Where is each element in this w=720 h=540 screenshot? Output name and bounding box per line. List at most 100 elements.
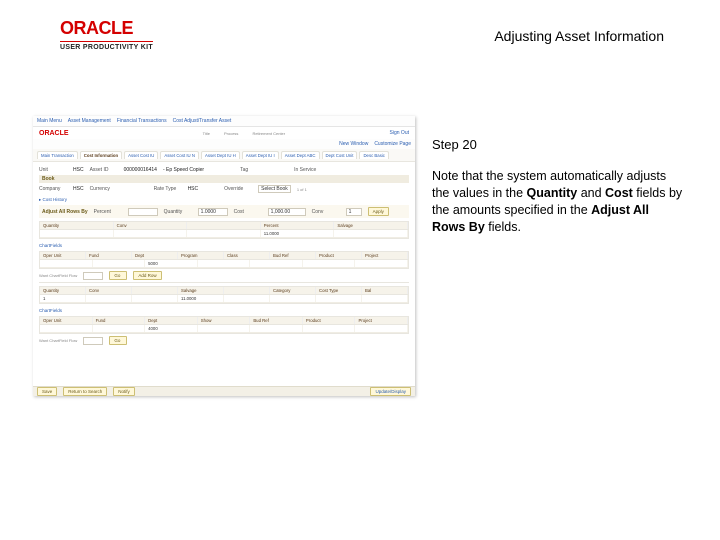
chartfield-flow-row: Want ChartField Flow Go Add Row	[39, 271, 409, 280]
col-header: Cost Type	[316, 287, 362, 294]
chartfields-label: ChartFields	[39, 243, 409, 248]
cell	[40, 325, 93, 332]
menu-item: Retirement Center	[252, 131, 285, 136]
col-header: Project	[355, 317, 408, 324]
app-header: ORACLE Title Process Retirement Center S…	[33, 127, 415, 139]
cell	[334, 230, 408, 237]
notify-button: Notify	[113, 387, 135, 396]
select-book-input: Select Book	[258, 185, 291, 193]
cell	[355, 325, 408, 332]
col-header: Product	[303, 317, 356, 324]
cell	[303, 260, 356, 267]
tab: Desc Basic	[359, 151, 389, 159]
app-brand: ORACLE	[39, 130, 69, 137]
unit-label: Unit	[39, 167, 67, 173]
tab: Asset Dept IU I	[242, 151, 279, 159]
cell	[355, 260, 408, 267]
cost-grid: Quantity Conv Percent Salvage 11.0000	[39, 221, 409, 239]
step-note: Note that the system automatically adjus…	[432, 168, 684, 236]
col-header: Bud Ref	[270, 252, 316, 259]
col-header: Oper Unit	[40, 252, 86, 259]
tab-strip: Main Transaction Cost Information Asset …	[33, 149, 415, 162]
quantity-label: Quantity	[164, 209, 192, 215]
inservice-label: In Service	[294, 167, 322, 173]
update-display-button: Update/Display	[370, 387, 411, 396]
cost-history-link: ▸ Cost History	[39, 197, 409, 203]
ratetype-value: HSC	[188, 186, 199, 192]
conv-input: 1	[346, 208, 362, 216]
action-footer: Save Return to Search Notify Update/Disp…	[33, 386, 415, 396]
signout-link: Sign Out	[390, 130, 409, 136]
want-chartfield-flow: Want ChartField Flow	[39, 273, 77, 278]
chartfields-grid: Oper Unit Fund Dept Program Class Bud Re…	[39, 251, 409, 269]
book-header: Book	[39, 175, 409, 183]
adjust-all-rows-row: Adjust All Rows By Percent Quantity1.000…	[39, 205, 409, 218]
note-bold-quantity: Quantity	[527, 186, 578, 200]
tab: Asset Dept ABC	[281, 151, 320, 159]
pager: 1 of 1	[297, 187, 307, 192]
apply-button: Apply	[368, 207, 389, 216]
col-header: Bal	[362, 287, 408, 294]
form-body: Unit HSC Asset ID 000000016414 - Ep Spee…	[33, 162, 415, 350]
crumb: Financial Transactions	[117, 118, 167, 124]
cell	[250, 325, 303, 332]
currency-label: Currency	[90, 186, 118, 192]
chartfields-grid-2: Oper Unit Fund Dept Show Bud Ref Product…	[39, 316, 409, 334]
cell	[86, 295, 132, 302]
cell	[303, 325, 356, 332]
ratetype-label: Rate Type	[154, 186, 182, 192]
percent-input	[128, 208, 158, 216]
col-header: Salvage	[178, 287, 224, 294]
col-header: Salvage	[334, 222, 408, 229]
brand-subtitle: USER PRODUCTIVITY KIT	[60, 41, 153, 51]
page-title: Adjusting Asset Information	[494, 28, 664, 44]
save-button: Save	[37, 387, 57, 396]
col-header: Dept	[132, 252, 178, 259]
tab: Asset Cost IU N	[160, 151, 199, 159]
chartfield-flow-row-2: Want ChartField Flow Go	[39, 336, 409, 345]
go-button: Go	[109, 271, 127, 280]
new-window-link: New Window	[339, 141, 368, 147]
tab-active: Cost Information	[80, 151, 122, 159]
cell	[187, 230, 261, 237]
col-header: Bud Ref	[250, 317, 303, 324]
asset-desc: - Ep Speed Copier	[163, 167, 204, 173]
col-header	[224, 287, 270, 294]
col-header: Show	[198, 317, 251, 324]
page-actions: New Window Customize Page	[33, 139, 415, 149]
col-header: Quantity	[40, 222, 114, 229]
cell: 4000	[145, 325, 198, 332]
col-header: Project	[362, 252, 408, 259]
asset-id-value: 000000016414	[124, 167, 157, 173]
col-header: Oper Unit	[40, 317, 93, 324]
cell	[40, 260, 93, 267]
cell	[224, 295, 270, 302]
cell	[132, 295, 178, 302]
tab: Asset Cost IU	[124, 151, 158, 159]
col-header: Percent	[261, 222, 335, 229]
company-label: Company	[39, 186, 67, 192]
unit-value: HSC	[73, 167, 84, 173]
return-button: Return to Search	[63, 387, 107, 396]
note-text: fields.	[485, 220, 521, 234]
tab: Main Transaction	[37, 151, 78, 159]
app-screenshot: Main Menu Asset Management Financial Tra…	[33, 116, 415, 396]
col-header: Quantity	[40, 287, 86, 294]
flow-input	[83, 337, 103, 345]
crumb: Asset Management	[68, 118, 111, 124]
conv-label: Conv	[312, 209, 340, 215]
col-header: Class	[224, 252, 270, 259]
col-header	[187, 222, 261, 229]
override-label: Override	[224, 186, 252, 192]
cell	[198, 260, 251, 267]
crumb: Main Menu	[37, 118, 62, 124]
want-chartfield-flow: Want ChartField Flow	[39, 338, 77, 343]
col-header	[132, 287, 178, 294]
col-header: Fund	[93, 317, 146, 324]
cost-input: 1,000.00	[268, 208, 306, 216]
browser-bar: Main Menu Asset Management Financial Tra…	[33, 116, 415, 127]
tab: Asset Dept IU H	[201, 151, 240, 159]
asset-id-label: Asset ID	[90, 167, 118, 173]
cell	[316, 295, 362, 302]
cost-grid-2: Quantity Conv Salvage Category Cost Type…	[39, 286, 409, 304]
